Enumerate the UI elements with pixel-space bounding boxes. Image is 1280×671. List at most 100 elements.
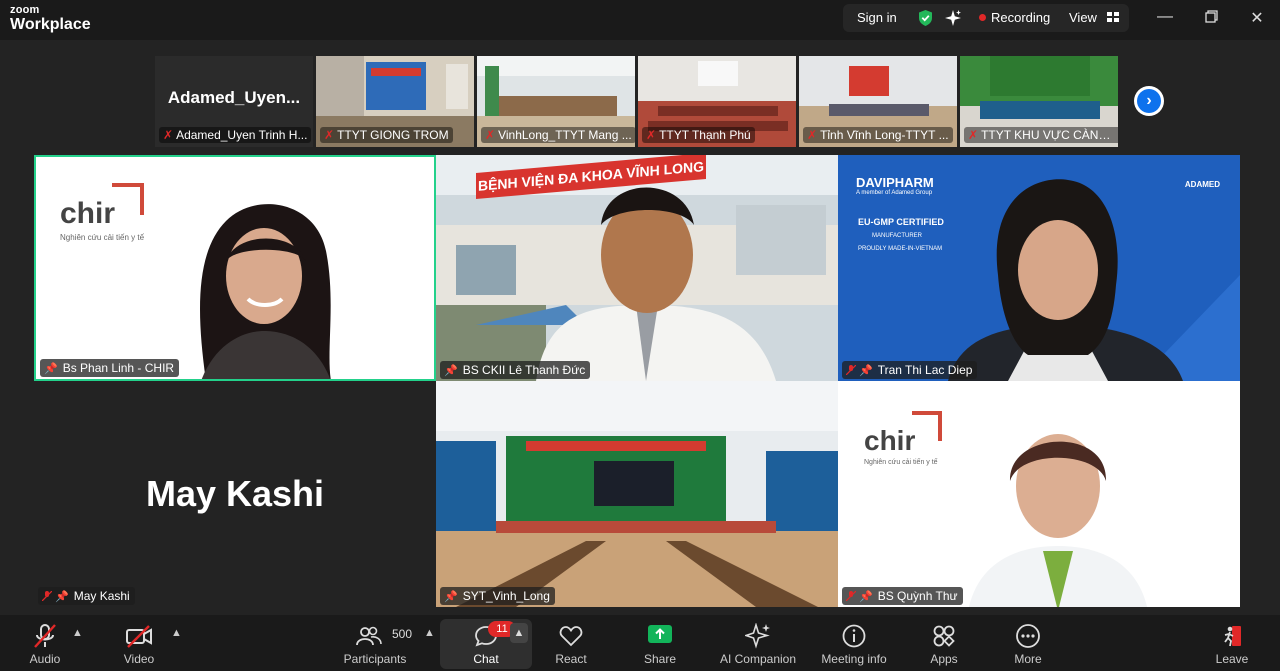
share-button[interactable]: Share (636, 615, 684, 671)
participants-options-chevron-icon[interactable]: ▲ (424, 627, 435, 639)
participant-name-tag: 📌 SYT_Vinh_Long (440, 587, 555, 605)
minimize-icon[interactable]: — (1155, 8, 1175, 26)
sign-in-button[interactable]: Sign in (857, 4, 897, 32)
mic-muted-icon (22, 623, 68, 649)
participant-video (200, 204, 331, 379)
manufacturer-text: MANUFACTURER (872, 233, 923, 239)
view-label: View (1069, 10, 1097, 25)
participant-count: 500 (392, 627, 413, 641)
share-screen-icon (636, 623, 684, 649)
chat-label: Chat (473, 652, 499, 666)
made-in-text: PROUDLY MADE-IN-VIETNAM (858, 246, 943, 252)
audio-label: Audio (29, 652, 61, 666)
video-tile-6[interactable]: chir Nghiên cứu cải tiến y tế 📌 BS Quỳnh … (838, 381, 1240, 607)
strip-tile-5[interactable]: ✗ Tỉnh Vĩnh Long-TTYT ... (799, 56, 957, 147)
brand-bottom: Workplace (10, 16, 91, 33)
more-icon (1006, 623, 1050, 649)
heart-icon (548, 623, 594, 649)
strip-name: ✗ Tỉnh Vĩnh Long-TTYT ... (803, 127, 953, 143)
video-options-chevron-icon[interactable]: ▲ (171, 627, 182, 639)
participants-label: Participants (343, 652, 407, 666)
participant-name-tag: 📌 BS CKII Lê Thanh Đức (440, 361, 591, 379)
adamed-logo: ADAMED (1184, 180, 1220, 189)
mic-muted-icon (845, 588, 857, 602)
pin-icon: 📌 (444, 365, 458, 377)
strip-name: ✗ VinhLong_TTYT Mang ... (481, 127, 635, 143)
react-button[interactable]: React (548, 615, 594, 671)
pin-icon: 📌 (859, 365, 873, 377)
davipharm-logo: DAVIPHARM A member of Adamed Group (856, 175, 934, 196)
leave-icon (1210, 623, 1254, 649)
encryption-shield-icon[interactable] (917, 4, 934, 32)
chat-options-chevron-icon[interactable]: ▲ (510, 623, 528, 643)
video-button[interactable]: Video (116, 615, 162, 671)
strip-tile-6[interactable]: ✗ TTYT KHU VỰC CÀNG ... (960, 56, 1118, 147)
participant-name-tag: 📌 Bs Phan Linh - CHIR (40, 359, 180, 377)
title-bar: zoom Workplace Sign in Recording View — … (0, 0, 1280, 40)
apps-button[interactable]: Apps (922, 615, 966, 671)
mic-muted-icon (41, 588, 53, 602)
react-label: React (555, 652, 587, 666)
recording-indicator[interactable]: Recording (979, 4, 1050, 32)
recording-label: Recording (991, 10, 1051, 25)
more-button[interactable]: More (1006, 615, 1050, 671)
info-icon (814, 623, 894, 649)
apps-icon (922, 623, 966, 649)
strip-name: ✗ TTYT GIONG TROM (320, 127, 453, 143)
restore-icon[interactable] (1201, 8, 1221, 28)
participants-button[interactable]: Participants (340, 615, 410, 671)
ai-companion-label: AI Companion (719, 652, 797, 666)
leave-label: Leave (1215, 652, 1249, 666)
strip-display-name: Adamed_Uyen... (167, 88, 301, 107)
leave-button[interactable]: Leave (1210, 615, 1254, 671)
chir-logo: chir Nghiên cứu cải tiến y tế (60, 183, 144, 242)
participant-name-tag: 📌 Tran Thi Lac Diep (842, 361, 978, 379)
meeting-toolbar: Audio ▲ Video ▲ Participants 500 ▲ Chat … (0, 615, 1280, 671)
video-label: Video (123, 652, 155, 666)
pin-icon: 📌 (859, 591, 873, 603)
participant-display-name: May Kashi (145, 473, 325, 514)
meeting-info-label: Meeting info (821, 652, 887, 666)
video-tile-4[interactable]: May Kashi 📌 May Kashi (34, 381, 436, 607)
participant-video (436, 381, 838, 607)
audio-options-chevron-icon[interactable]: ▲ (72, 627, 83, 639)
chir-logo: chir Nghiên cứu cải tiến y tế (864, 411, 942, 466)
strip-tile-2[interactable]: ✗ TTYT GIONG TROM (316, 56, 474, 147)
participant-name-tag: 📌 BS Quỳnh Thư (842, 587, 963, 605)
strip-name: ✗ TTYT KHU VỰC CÀNG ... (964, 127, 1118, 143)
recording-dot-icon (979, 14, 986, 21)
pin-icon: 📌 (444, 591, 458, 603)
share-label: Share (643, 652, 677, 666)
pin-icon: 📌 (55, 591, 69, 603)
view-button[interactable]: View (1069, 4, 1119, 32)
ai-sparkle-icon (714, 622, 802, 649)
ai-sparkle-icon[interactable] (944, 4, 962, 32)
video-tile-3[interactable]: DAVIPHARM A member of Adamed Group ADAMED… (838, 155, 1240, 381)
cert-text: EU-GMP CERTIFIED (858, 217, 944, 227)
strip-tile-3[interactable]: ✗ VinhLong_TTYT Mang ... (477, 56, 635, 147)
strip-name: ✗ TTYT Thạnh Phú (642, 127, 755, 143)
video-tile-1[interactable]: chir Nghiên cứu cải tiến y tế 📌 Bs Phan L… (34, 155, 436, 381)
app-logo: zoom Workplace (10, 5, 91, 33)
brand-top: zoom (10, 4, 40, 16)
strip-tile-1[interactable]: Adamed_Uyen... ✗ Adamed_Uyen Trinh H... (155, 56, 313, 147)
grid-icon (1106, 5, 1119, 33)
pin-icon: 📌 (44, 363, 58, 375)
audio-button[interactable]: Audio (22, 615, 68, 671)
video-tile-2[interactable]: BỆNH VIỆN ĐA KHOA VĨNH LONG 📌 BS CKII Lê … (436, 155, 838, 381)
strip-name: ✗ Adamed_Uyen Trinh H... (159, 127, 312, 143)
participant-video (969, 434, 1147, 607)
ai-companion-button[interactable]: AI Companion (714, 615, 802, 671)
chevron-right-icon: › (1137, 89, 1161, 113)
more-label: More (1014, 652, 1042, 666)
next-page-button[interactable]: › (1134, 86, 1164, 116)
video-tile-5[interactable]: 📌 SYT_Vinh_Long (436, 381, 838, 607)
participant-name-tag: 📌 May Kashi (38, 587, 135, 605)
strip-tile-4[interactable]: ✗ TTYT Thạnh Phú (638, 56, 796, 147)
meeting-controls-top: Sign in Recording View (843, 4, 1129, 32)
mic-muted-icon (845, 362, 857, 376)
video-off-icon (116, 623, 162, 649)
apps-label: Apps (930, 652, 958, 666)
meeting-info-button[interactable]: Meeting info (814, 615, 894, 671)
close-icon[interactable]: ✕ (1247, 8, 1267, 28)
